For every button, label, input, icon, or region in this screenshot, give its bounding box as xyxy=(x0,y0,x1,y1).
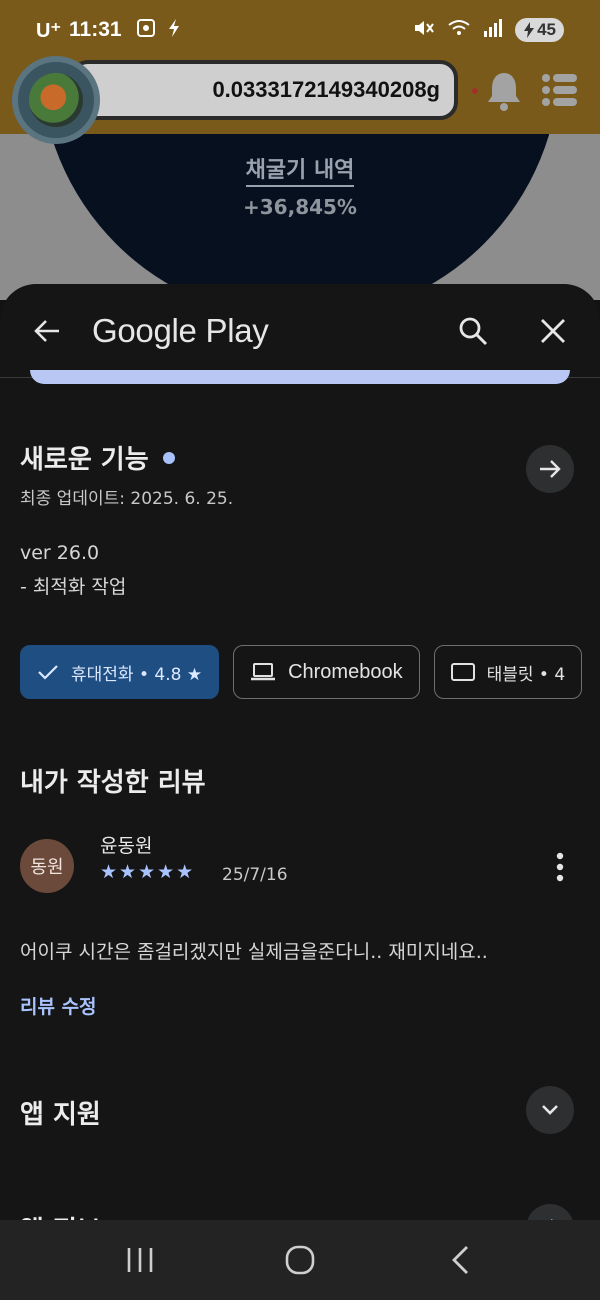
app-notification-icon xyxy=(166,18,182,43)
app-info-title: 앱 정보 xyxy=(20,1210,101,1220)
chip-tablet-label: 태블릿 • 4 xyxy=(486,664,566,685)
laptop-icon xyxy=(251,663,276,681)
version-text: ver 26.0 xyxy=(20,542,100,564)
mining-history-link[interactable]: 채굴기 내역 xyxy=(0,152,600,187)
search-icon[interactable] xyxy=(446,304,500,358)
status-bar: U⁺ 11:31 45 xyxy=(0,0,600,60)
app-support-title: 앱 지원 xyxy=(20,1100,101,1130)
miner-avatar[interactable] xyxy=(12,56,100,144)
mining-percent: +36,845% xyxy=(243,195,357,219)
back-icon[interactable] xyxy=(425,1230,495,1290)
bell-icon[interactable] xyxy=(484,70,524,112)
app-support-section[interactable]: 앱 지원 xyxy=(20,1084,574,1140)
notification-dot xyxy=(472,88,478,94)
home-icon[interactable] xyxy=(265,1230,335,1290)
last-updated: 최종 업데이트: 2025. 6. 25. xyxy=(20,489,234,509)
recent-apps-icon[interactable] xyxy=(105,1230,175,1290)
signal-icon xyxy=(483,18,503,43)
app-info-section[interactable]: 앱 정보 xyxy=(20,1202,574,1220)
my-review-title: 내가 작성한 리뷰 xyxy=(20,768,206,798)
rating-stars: ★★★★★ xyxy=(100,861,196,883)
expand-button[interactable] xyxy=(526,1086,574,1134)
more-options-icon[interactable] xyxy=(540,847,580,887)
chevron-down-icon xyxy=(542,1105,558,1115)
charging-icon xyxy=(524,22,535,38)
app-info-arrow-button[interactable] xyxy=(526,1204,574,1220)
arrow-right-icon xyxy=(540,460,561,478)
sheet-header: Google Play xyxy=(0,284,600,378)
mute-icon xyxy=(413,18,435,43)
chip-tablet[interactable]: 태블릿 • 4 xyxy=(433,645,583,699)
review-text: 어이쿠 시간은 좀걸리겠지만 실제금을준다니.. 재미지네요.. xyxy=(20,941,488,963)
gold-nugget-image xyxy=(29,73,83,127)
whats-new-title: 새로운 기능 xyxy=(20,445,149,475)
battery-level: 45 xyxy=(537,20,556,39)
chip-chromebook[interactable]: Chromebook xyxy=(233,645,420,699)
google-play-sheet: Google Play 새로운 기능 최종 업데이트: 2025. 6. 25.… xyxy=(0,284,600,1220)
review-header: 동원 윤동원 ★★★★★ 25/7/16 xyxy=(20,829,580,899)
review-date: 25/7/16 xyxy=(222,865,288,885)
screenshot-icon xyxy=(136,18,156,43)
clock: 11:31 xyxy=(69,18,122,41)
battery-indicator: 45 xyxy=(515,18,564,42)
menu-icon[interactable] xyxy=(542,72,578,108)
tablet-icon xyxy=(450,663,475,681)
chip-phone[interactable]: 휴대전화 • 4.8 ★ xyxy=(20,645,220,699)
install-button-edge[interactable] xyxy=(30,370,570,384)
notes-text: - 최적화 작업 xyxy=(20,576,127,598)
whats-new-section: 새로운 기능 최종 업데이트: 2025. 6. 25. xyxy=(20,439,574,509)
check-icon xyxy=(38,665,58,680)
sheet-title: Google Play xyxy=(92,311,269,349)
whats-new-arrow-button[interactable] xyxy=(526,445,574,493)
chip-chromebook-label: Chromebook xyxy=(288,660,403,683)
new-indicator-dot xyxy=(162,451,175,464)
avatar: 동원 xyxy=(20,839,74,893)
back-arrow-icon[interactable] xyxy=(20,304,74,358)
release-notes: ver 26.0 - 최적화 작업 xyxy=(20,536,126,604)
wifi-icon xyxy=(447,18,471,43)
edit-review-link[interactable]: 리뷰 수정 xyxy=(20,992,97,1019)
gold-balance: 0.0333172149340208g xyxy=(70,60,458,120)
carrier-label: U⁺ xyxy=(36,19,61,42)
device-filter-chips: 휴대전화 • 4.8 ★ Chromebook 태블릿 • 4 xyxy=(20,645,583,699)
reviewer-name: 윤동원 xyxy=(100,835,153,857)
close-icon[interactable] xyxy=(526,304,580,358)
chip-phone-label: 휴대전화 • 4.8 ★ xyxy=(71,664,203,685)
system-nav-bar xyxy=(0,1220,600,1300)
